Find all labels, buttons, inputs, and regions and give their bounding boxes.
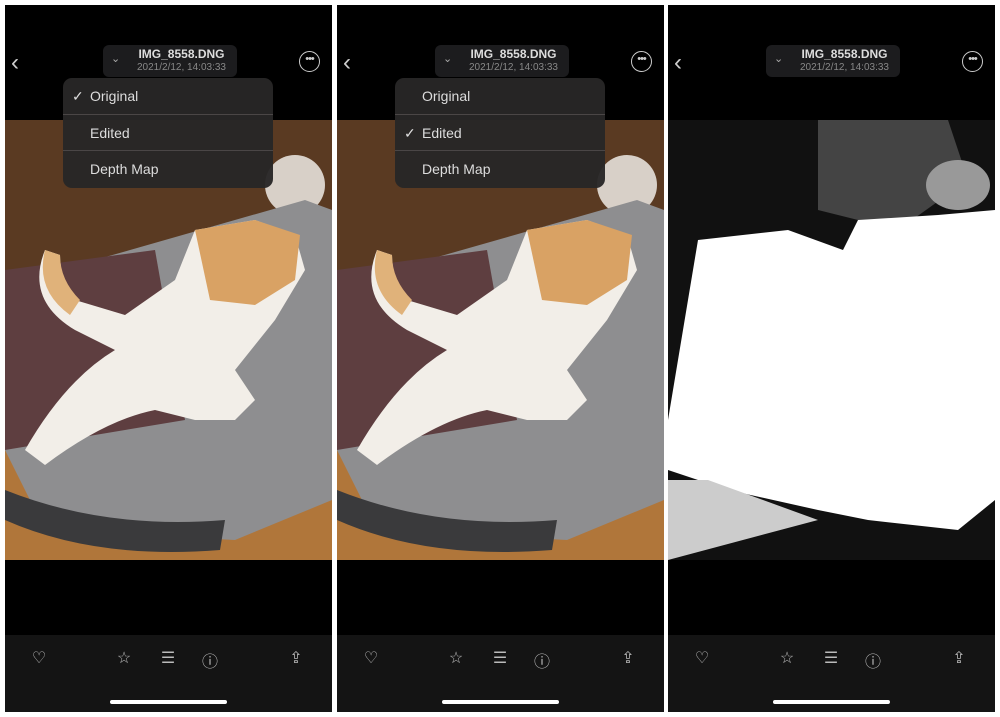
share-icon[interactable]: ⇪ <box>285 648 307 668</box>
home-indicator <box>773 700 890 704</box>
capture-date: 2021/2/12, 14:03:33 <box>137 62 226 73</box>
menu-item-edited[interactable]: Edited <box>63 115 273 152</box>
more-button[interactable]: ••• <box>631 51 652 72</box>
chevron-left-icon: ‹ <box>343 49 351 76</box>
menu-item-label: Depth Map <box>422 161 491 178</box>
photo-viewer-panel-edited: ‹ ⌄ IMG_8558.DNG 2021/2/12, 14:03:33 •••… <box>337 5 664 712</box>
chevron-down-icon: ⌄ <box>111 53 121 65</box>
heart-icon[interactable]: ♡ <box>28 648 50 668</box>
chevron-down-icon: ⌄ <box>443 53 453 65</box>
chevron-left-icon: ‹ <box>11 49 19 76</box>
photo-viewer-panel-depth-map: ‹ ⌄ IMG_8558.DNG 2021/2/12, 14:03:33 •••… <box>668 5 995 712</box>
heart-icon[interactable]: ♡ <box>691 648 713 668</box>
checkmark-icon: ✓ <box>72 88 84 104</box>
chevron-down-icon: ⌄ <box>774 53 784 65</box>
bottom-toolbar: ♡ ☆ ☰ ⓘ ⇪ <box>5 635 332 712</box>
menu-item-label: Edited <box>90 124 130 141</box>
chevron-left-icon: ‹ <box>674 49 682 76</box>
back-button[interactable]: ‹ <box>674 49 694 79</box>
title-dropdown-button[interactable]: ⌄ IMG_8558.DNG 2021/2/12, 14:03:33 <box>435 45 569 77</box>
ellipsis-icon: ••• <box>968 53 978 65</box>
depth-map-image <box>668 120 995 560</box>
back-button[interactable]: ‹ <box>343 49 363 79</box>
version-menu: Original ✓ Edited Depth Map <box>395 78 605 188</box>
sliders-icon[interactable]: ☰ <box>820 648 842 668</box>
info-icon[interactable]: ⓘ <box>531 648 553 672</box>
sliders-icon[interactable]: ☰ <box>157 648 179 668</box>
home-indicator <box>442 700 559 704</box>
bottom-toolbar: ♡ ☆ ☰ ⓘ ⇪ <box>668 635 995 712</box>
back-button[interactable]: ‹ <box>11 49 31 79</box>
menu-item-depth-map[interactable]: Depth Map <box>395 151 605 188</box>
menu-item-label: Original <box>422 88 471 104</box>
ellipsis-icon: ••• <box>637 53 647 65</box>
file-name: IMG_8558.DNG <box>138 47 225 61</box>
menu-item-label: Depth Map <box>90 161 159 178</box>
menu-item-label: Original <box>90 88 139 104</box>
version-menu: ✓ Original Edited Depth Map <box>63 78 273 188</box>
bottom-toolbar: ♡ ☆ ☰ ⓘ ⇪ <box>337 635 664 712</box>
capture-date: 2021/2/12, 14:03:33 <box>469 62 558 73</box>
title-dropdown-button[interactable]: ⌄ IMG_8558.DNG 2021/2/12, 14:03:33 <box>766 45 900 77</box>
ellipsis-icon: ••• <box>305 53 315 65</box>
star-icon[interactable]: ☆ <box>113 648 135 668</box>
capture-date: 2021/2/12, 14:03:33 <box>800 62 889 73</box>
share-icon[interactable]: ⇪ <box>948 648 970 668</box>
checkmark-icon: ✓ <box>404 124 416 141</box>
menu-item-original[interactable]: Original <box>395 78 605 115</box>
menu-item-edited[interactable]: ✓ Edited <box>395 115 605 152</box>
menu-item-label: Edited <box>422 124 462 141</box>
more-button[interactable]: ••• <box>962 51 983 72</box>
sliders-icon[interactable]: ☰ <box>489 648 511 668</box>
file-name: IMG_8558.DNG <box>470 47 557 61</box>
menu-item-original[interactable]: ✓ Original <box>63 78 273 115</box>
home-indicator <box>110 700 227 704</box>
file-name: IMG_8558.DNG <box>801 47 888 61</box>
star-icon[interactable]: ☆ <box>776 648 798 668</box>
menu-item-depth-map[interactable]: Depth Map <box>63 151 273 188</box>
star-icon[interactable]: ☆ <box>445 648 467 668</box>
title-dropdown-button[interactable]: ⌄ IMG_8558.DNG 2021/2/12, 14:03:33 <box>103 45 237 77</box>
heart-icon[interactable]: ♡ <box>360 648 382 668</box>
info-icon[interactable]: ⓘ <box>199 648 221 672</box>
photo-viewer-panel-original: ‹ ⌄ IMG_8558.DNG 2021/2/12, 14:03:33 •••… <box>5 5 332 712</box>
share-icon[interactable]: ⇪ <box>617 648 639 668</box>
info-icon[interactable]: ⓘ <box>862 648 884 672</box>
more-button[interactable]: ••• <box>299 51 320 72</box>
